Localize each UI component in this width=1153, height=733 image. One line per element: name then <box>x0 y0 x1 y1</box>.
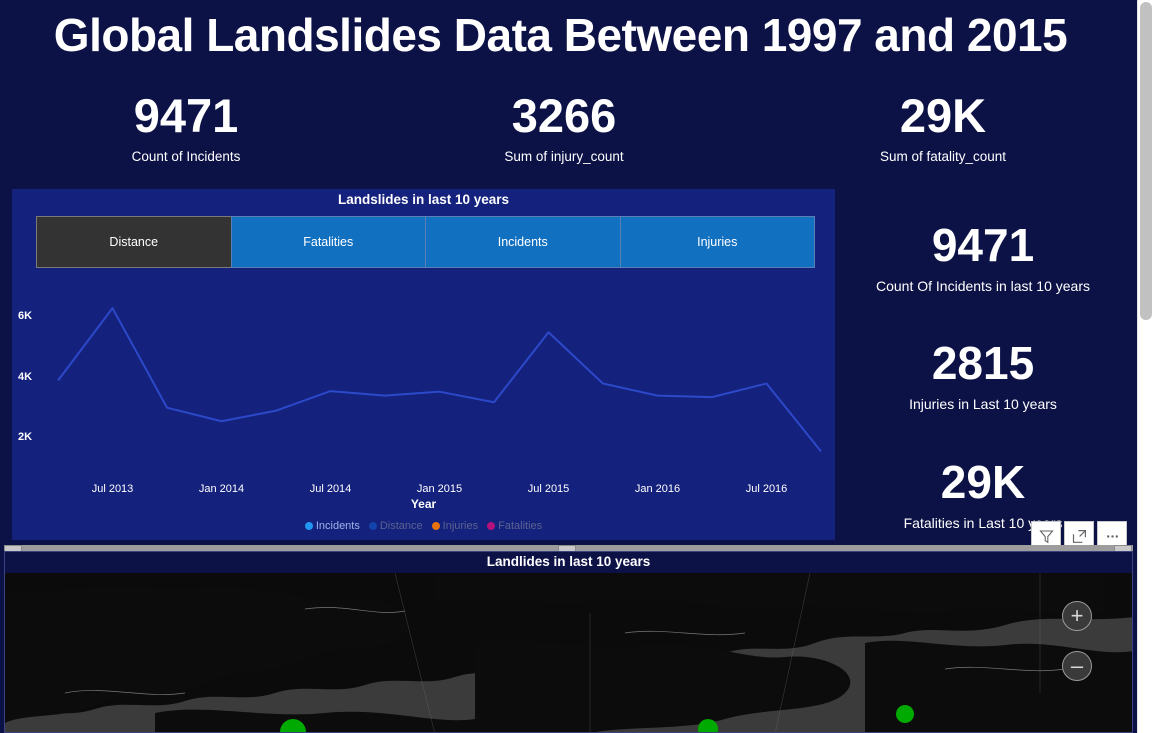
slicer-tab-injuries[interactable]: Injuries <box>619 216 815 268</box>
slicer-tab-label: Injuries <box>697 235 738 249</box>
legend-label: Distance <box>379 520 423 532</box>
legend-swatch-icon <box>368 522 377 530</box>
measure-slicer-tabs: Distance Fatalities Incidents Injuries <box>36 216 815 268</box>
x-axis-tick-label: Jan 2015 <box>416 483 463 495</box>
kpi-card-count-of-incidents[interactable]: 9471 Count of Incidents <box>96 90 276 166</box>
vertical-scrollbar-thumb[interactable] <box>1140 2 1152 320</box>
chart-plot-area: 2K 4K 6K Jul 2013 Jan 2014 Jul 2014 Jan 2015 J… <box>12 283 835 540</box>
map-marker[interactable] <box>896 705 914 723</box>
legend-swatch-icon <box>487 522 496 530</box>
kpi-label: Sum of injury_count <box>504 149 624 164</box>
legend-item-injuries[interactable]: Injuries <box>431 520 479 532</box>
y-axis-tick-label: 6K <box>18 310 33 323</box>
legend-label: Incidents <box>315 520 360 532</box>
kpi-card-injuries-last-10-years[interactable]: 2815 Injuries in Last 10 years <box>838 336 1128 413</box>
kpi-value: 29K <box>899 89 987 142</box>
kpi-label: Sum of fatality_count <box>879 149 1007 164</box>
legend-label: Fatalities <box>498 520 543 532</box>
x-axis-tick-label: Jan 2016 <box>634 483 681 495</box>
kpi-value: 9471 <box>931 219 1035 271</box>
legend-item-distance[interactable]: Distance <box>368 520 423 532</box>
legend-item-incidents[interactable]: Incidents <box>304 520 360 532</box>
line-chart-visual: Landslides in last 10 years Distance Fata… <box>12 189 835 540</box>
map-title: Landlides in last 10 years <box>486 554 651 569</box>
x-axis-tick-label: Jul 2013 <box>91 483 134 495</box>
map-canvas[interactable]: + – <box>5 573 1132 732</box>
line-series-distance <box>57 307 822 453</box>
map-visual: Landlides in last 10 years + – <box>4 551 1133 733</box>
kpi-card-sum-of-fatality-count[interactable]: 29K Sum of fatality_count <box>853 90 1033 166</box>
slicer-tab-label: Fatalities <box>303 235 354 249</box>
kpi-card-count-of-incidents-last-10-years[interactable]: 9471 Count Of Incidents in last 10 years <box>838 218 1128 295</box>
chart-title: Landslides in last 10 years <box>337 192 510 207</box>
map-marker[interactable] <box>698 719 718 732</box>
x-axis-title: Year <box>410 497 437 511</box>
legend-label: Injuries <box>442 520 479 532</box>
slicer-tab-distance[interactable]: Distance <box>36 216 232 268</box>
x-axis-tick-label: Jul 2015 <box>527 483 570 495</box>
legend-swatch-icon <box>431 522 440 530</box>
kpi-value: 2815 <box>931 337 1035 389</box>
slicer-tab-incidents[interactable]: Incidents <box>425 216 621 268</box>
vertical-scrollbar-track[interactable] <box>1137 0 1153 733</box>
kpi-value: 3266 <box>511 89 617 142</box>
power-bi-report-canvas: Global Landslides Data Between 1997 and … <box>0 0 1137 733</box>
legend-item-fatalities[interactable]: Fatalities <box>487 520 542 532</box>
legend-swatch-icon <box>304 522 313 530</box>
x-axis-tick-label: Jan 2014 <box>198 483 245 495</box>
kpi-label: Count of Incidents <box>131 149 241 164</box>
x-axis-tick-label: Jul 2014 <box>309 483 352 495</box>
world-map-landmasses <box>5 573 1132 732</box>
map-zoom-in-button[interactable]: + <box>1062 601 1092 631</box>
kpi-value: 29K <box>940 456 1026 508</box>
y-axis-tick-label: 2K <box>18 430 33 443</box>
kpi-value: 9471 <box>133 89 239 142</box>
kpi-label: Injuries in Last 10 years <box>909 396 1057 412</box>
kpi-label: Count Of Incidents in last 10 years <box>876 278 1090 294</box>
slicer-tab-label: Distance <box>109 235 159 249</box>
slicer-tab-label: Incidents <box>497 235 548 249</box>
map-zoom-out-button[interactable]: – <box>1062 651 1092 681</box>
chart-legend: Incidents Distance Injuries Fatalities <box>12 520 835 532</box>
page-title: Global Landslides Data Between 1997 and … <box>53 9 1068 61</box>
slicer-tab-fatalities[interactable]: Fatalities <box>230 216 426 268</box>
x-axis-tick-label: Jul 2016 <box>745 483 788 495</box>
kpi-card-sum-of-injury-count[interactable]: 3266 Sum of injury_count <box>474 90 654 166</box>
y-axis-tick-label: 4K <box>18 370 33 383</box>
